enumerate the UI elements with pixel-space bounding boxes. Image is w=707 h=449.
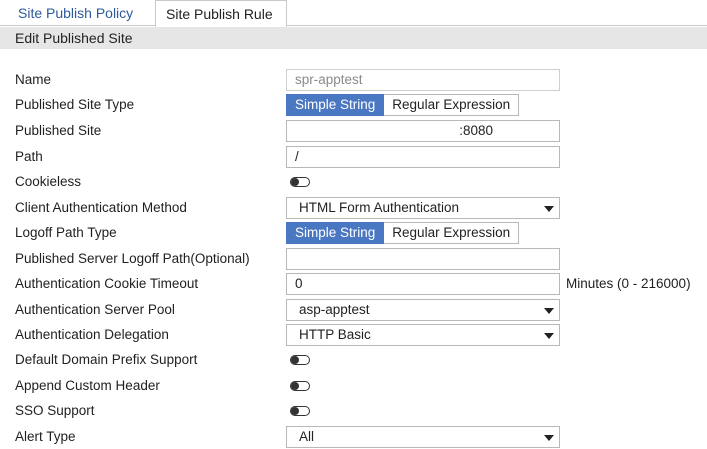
logoff-path-input[interactable] [286, 248, 560, 270]
toggle-knob-icon [291, 381, 299, 390]
row-path: Path / [0, 145, 707, 169]
auth-server-pool-label: Authentication Server Pool [15, 302, 175, 317]
auth-delegation-value: HTTP Basic [299, 327, 371, 342]
auth-server-pool-value: asp-apptest [299, 302, 370, 317]
row-cookie-timeout: Authentication Cookie Timeout 0 Minutes … [0, 272, 707, 296]
cookie-timeout-hint: Minutes (0 - 216000) [566, 276, 691, 291]
path-label: Path [15, 149, 43, 164]
row-append-custom-header: Append Custom Header [0, 374, 707, 398]
published-site-label: Published Site [15, 123, 102, 138]
name-input[interactable]: spr-apptest [286, 69, 560, 91]
toggle-knob-icon [291, 406, 299, 415]
alert-type-select[interactable]: All [286, 426, 560, 448]
caret-down-icon [544, 308, 554, 314]
cookie-timeout-label: Authentication Cookie Timeout [15, 276, 199, 291]
logoff-path-type-label: Logoff Path Type [15, 225, 117, 240]
published-site-input[interactable]: :8080 [286, 120, 560, 142]
append-custom-header-toggle[interactable] [290, 381, 310, 391]
name-label: Name [15, 72, 52, 87]
sso-support-label: SSO Support [15, 403, 95, 418]
row-auth-server-pool: Authentication Server Pool asp-apptest [0, 298, 707, 322]
published-site-type-segmented: Simple String Regular Expression [286, 94, 520, 116]
caret-down-icon [544, 333, 554, 339]
tab-bar: Site Publish Policy Site Publish Rule [0, 0, 707, 27]
row-client-auth-method: Client Authentication Method HTML Form A… [0, 196, 707, 220]
published-site-type-regex[interactable]: Regular Expression [384, 94, 520, 116]
client-auth-method-value: HTML Form Authentication [299, 200, 460, 215]
logoff-path-type-simple-string[interactable]: Simple String [286, 222, 385, 244]
row-auth-delegation: Authentication Delegation HTTP Basic [0, 323, 707, 347]
caret-down-icon [544, 206, 554, 212]
row-logoff-path: Published Server Logoff Path(Optional) [0, 247, 707, 271]
auth-delegation-label: Authentication Delegation [15, 327, 169, 342]
client-auth-method-select[interactable]: HTML Form Authentication [286, 197, 560, 219]
path-input[interactable]: / [286, 146, 560, 168]
alert-type-label: Alert Type [15, 429, 76, 444]
toggle-knob-icon [291, 177, 299, 186]
cookie-timeout-input[interactable]: 0 [286, 273, 560, 295]
logoff-path-label: Published Server Logoff Path(Optional) [15, 251, 250, 266]
row-published-site: Published Site :8080 [0, 119, 707, 143]
default-domain-prefix-label: Default Domain Prefix Support [15, 352, 198, 367]
published-site-type-label: Published Site Type [15, 97, 135, 112]
toggle-knob-icon [291, 355, 299, 364]
default-domain-prefix-toggle[interactable] [290, 355, 310, 365]
sso-support-toggle[interactable] [290, 406, 310, 416]
row-name: Name spr-apptest [0, 68, 707, 92]
cookieless-label: Cookieless [15, 174, 82, 189]
auth-delegation-select[interactable]: HTTP Basic [286, 324, 560, 346]
logoff-path-type-segmented: Simple String Regular Expression [286, 222, 520, 244]
cookieless-toggle[interactable] [290, 177, 310, 187]
row-sso-support: SSO Support [0, 399, 707, 423]
alert-type-value: All [299, 429, 315, 444]
append-custom-header-label: Append Custom Header [15, 378, 160, 393]
auth-server-pool-select[interactable]: asp-apptest [286, 299, 560, 321]
row-alert-type: Alert Type All [0, 425, 707, 449]
row-default-domain-prefix: Default Domain Prefix Support [0, 348, 707, 372]
tab-site-publish-rule[interactable]: Site Publish Rule [155, 0, 287, 27]
published-site-type-simple-string[interactable]: Simple String [286, 94, 385, 116]
logoff-path-type-regex[interactable]: Regular Expression [384, 222, 520, 244]
row-logoff-path-type: Logoff Path Type Simple String Regular E… [0, 221, 707, 245]
tab-site-publish-policy[interactable]: Site Publish Policy [8, 0, 150, 26]
client-auth-method-label: Client Authentication Method [15, 200, 187, 215]
section-title: Edit Published Site [0, 27, 707, 49]
caret-down-icon [544, 435, 554, 441]
row-cookieless: Cookieless [0, 170, 707, 194]
row-published-site-type: Published Site Type Simple String Regula… [0, 93, 707, 117]
